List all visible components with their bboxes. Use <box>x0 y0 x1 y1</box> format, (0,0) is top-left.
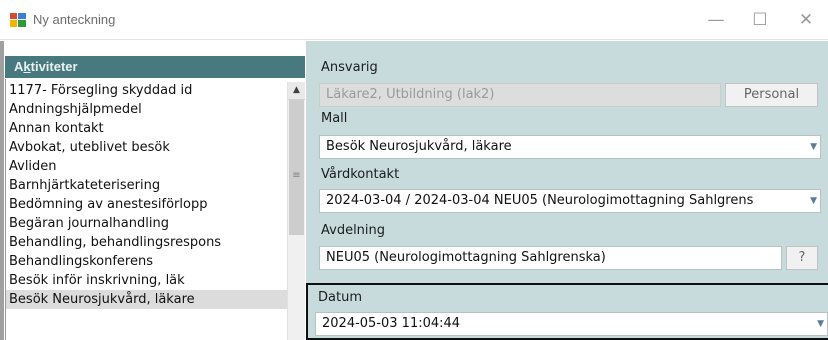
note-form-panel: Ansvarig Läkare2, Utbildning (lak2) Pers… <box>306 41 828 340</box>
activities-header: Aktiviteter <box>5 56 305 78</box>
close-button[interactable]: ✕ <box>792 8 820 32</box>
window-edge <box>0 41 4 340</box>
list-item[interactable]: Annan kontakt <box>9 119 104 138</box>
minimize-button[interactable]: — <box>702 8 730 32</box>
mall-value: Besök Neurosjukvård, läkare <box>326 139 512 154</box>
avdelning-label: Avdelning <box>321 223 386 238</box>
list-item[interactable]: Behandlingskonferens <box>9 252 153 271</box>
maximize-button[interactable]: ☐ <box>746 8 774 32</box>
chevron-down-icon[interactable]: ▼ <box>810 136 817 158</box>
list-item[interactable]: Avbokat, uteblivet besök <box>9 138 170 157</box>
datum-select[interactable]: 2024-05-03 11:04:44 ▼ <box>315 312 828 336</box>
window-titlebar: Ny anteckning — ☐ ✕ <box>0 0 828 40</box>
personal-button[interactable]: Personal <box>725 83 818 107</box>
window-title: Ny anteckning <box>33 12 116 27</box>
mall-label: Mall <box>321 111 348 126</box>
avdelning-field[interactable]: NEU05 (Neurologimottagning Sahlgrenska) <box>319 246 782 270</box>
chevron-down-icon[interactable]: ▼ <box>817 313 824 335</box>
list-item[interactable]: Bedömning av anestesiförlopp <box>9 195 207 214</box>
datum-label: Datum <box>318 290 362 305</box>
list-item[interactable]: Barnhjärtkateterisering <box>9 176 160 195</box>
list-item[interactable]: Andningshjälpmedel <box>9 100 142 119</box>
activities-scrollbar[interactable]: ▲ ≡ <box>287 82 305 340</box>
chevron-down-icon[interactable]: ▼ <box>806 190 817 212</box>
vardkontakt-value: 2024-03-04 / 2024-03-04 NEU05 (Neurologi… <box>326 193 754 208</box>
ansvarig-field: Läkare2, Utbildning (lak2) <box>319 83 721 107</box>
list-item-selected[interactable]: Besök Neurosjukvård, läkare <box>6 290 291 309</box>
vardkontakt-label: Vårdkontakt <box>321 167 400 182</box>
list-item[interactable]: Besök inför inskrivning, läk <box>9 271 185 290</box>
app-icon <box>10 13 26 27</box>
list-item[interactable]: Avliden <box>9 157 57 176</box>
help-button[interactable]: ? <box>786 246 818 270</box>
list-item[interactable]: Begäran journalhandling <box>9 214 169 233</box>
activities-list[interactable]: 1177- Försegling skyddad id Andningshjäl… <box>5 79 305 340</box>
ansvarig-label: Ansvarig <box>321 60 378 75</box>
scroll-up-arrow-icon[interactable]: ▲ <box>288 82 305 100</box>
list-item[interactable]: Behandling, behandlingsrespons <box>9 233 221 252</box>
scrollbar-thumb[interactable]: ≡ <box>289 100 304 235</box>
list-item[interactable]: 1177- Försegling skyddad id <box>9 81 192 100</box>
vardkontakt-select[interactable]: 2024-03-04 / 2024-03-04 NEU05 (Neurologi… <box>319 189 821 213</box>
mall-select[interactable]: Besök Neurosjukvård, läkare ▼ <box>319 135 821 159</box>
datum-section: Datum 2024-05-03 11:04:44 ▼ <box>306 283 828 340</box>
datum-value: 2024-05-03 11:04:44 <box>322 316 461 331</box>
grip-icon: ≡ <box>292 170 301 181</box>
